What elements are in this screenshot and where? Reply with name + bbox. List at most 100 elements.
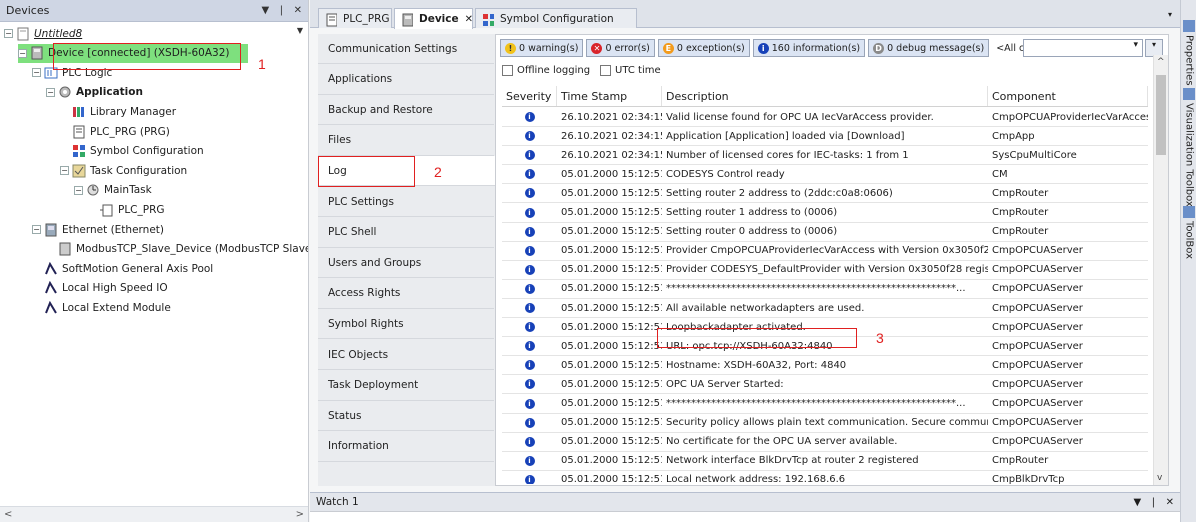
table-row[interactable]: i 05.01.2000 15:12:51... OPC UA Server Sta… — [502, 375, 1148, 395]
nav-item-files[interactable]: Files — [318, 125, 494, 156]
tab-device[interactable]: Device ✕ — [394, 8, 473, 29]
table-row[interactable]: i 05.01.2000 15:12:51... Provider CmpOPCUA… — [502, 242, 1148, 261]
timestamp-cell: 05.01.2000 15:12:51... — [561, 321, 662, 333]
checkbox-box[interactable] — [502, 65, 513, 76]
table-row[interactable]: i 05.01.2000 15:12:51... Security policy a… — [502, 414, 1148, 433]
component-dropdown[interactable]: ▾ — [1023, 39, 1143, 57]
application-icon — [58, 85, 72, 99]
checkbox-box[interactable] — [600, 65, 612, 76]
column-header[interactable]: Description — [662, 86, 988, 106]
collapse-icon[interactable]: − — [74, 185, 83, 195]
nav-item-users-and-groups[interactable]: Users and Groups — [318, 248, 494, 279]
tree-node[interactable]: − MainTask — [74, 181, 152, 200]
close-icon[interactable]: ✕ — [1166, 497, 1174, 508]
close-tab-icon[interactable]: ✕ — [465, 14, 473, 25]
tree-node[interactable]: Local High Speed IO — [32, 279, 168, 298]
column-header[interactable]: Component — [988, 86, 1148, 106]
table-row[interactable]: i 05.01.2000 15:12:51... Hostname: XSDH-60… — [502, 356, 1148, 376]
collapse-icon[interactable]: − — [4, 29, 13, 38]
table-row[interactable]: i 26.10.2021 02:34:15... Application [Appl… — [502, 127, 1148, 147]
tree-node[interactable]: − Ethernet (Ethernet) — [32, 220, 164, 239]
project-icon — [16, 27, 30, 41]
description-cell: Provider CmpOPCUAProviderIecVarAccess wi… — [666, 245, 988, 257]
watch-panel-body — [310, 511, 1180, 522]
collapse-icon[interactable]: − — [18, 48, 27, 58]
table-row[interactable]: i 05.01.2000 15:12:51... Setting router 1 … — [502, 204, 1148, 223]
collapse-icon[interactable]: − — [32, 68, 41, 78]
table-row[interactable]: i 05.01.2000 15:12:51... CODESYS Control r… — [502, 165, 1148, 185]
panel-menu-icon[interactable]: ▼ — [1134, 497, 1142, 508]
table-row[interactable]: i 05.01.2000 15:12:51... All available net… — [502, 299, 1148, 318]
tree-node[interactable]: PLC_PRG — [88, 200, 165, 219]
exceptions-filter-button[interactable]: E0 exception(s) — [657, 39, 750, 57]
nav-item-plc-settings[interactable]: PLC Settings — [318, 187, 494, 217]
scroll-left-icon[interactable]: < — [4, 509, 12, 520]
nav-item-communication-settings[interactable]: Communication Settings — [318, 34, 494, 64]
tree-node[interactable]: − Task Configuration — [60, 161, 187, 180]
column-header[interactable]: Severity — [502, 86, 557, 106]
table-row[interactable]: i 05.01.2000 15:12:51... Setting router 2 … — [502, 184, 1148, 204]
column-header[interactable]: Time Stamp — [557, 86, 662, 106]
device-tree[interactable]: − Untitled8− Device [connected] (XSDH-60A3… — [0, 24, 308, 492]
nav-item-applications[interactable]: Applications — [318, 64, 494, 95]
tree-node[interactable]: − Application — [46, 83, 143, 102]
table-row[interactable]: i 26.10.2021 02:34:15... Valid license fou… — [502, 108, 1148, 127]
collapse-icon[interactable]: − — [46, 87, 55, 97]
table-row[interactable]: i 05.01.2000 15:12:51... *****************… — [502, 280, 1148, 299]
tree-node[interactable]: ModbusTCP_Slave_Device (ModbusTCP Slave … — [46, 240, 308, 259]
horizontal-scrollbar[interactable]: < > — [0, 506, 308, 522]
offline-logging-checkbox[interactable]: Offline logging — [502, 65, 590, 76]
close-icon[interactable]: ✕ — [294, 5, 302, 16]
panel-menu-icon[interactable]: ▼ — [262, 5, 270, 16]
table-row[interactable]: i 05.01.2000 15:12:51... Network interface… — [502, 452, 1148, 471]
warnings-filter-button[interactable]: ! 0 warning(s) — [500, 39, 584, 57]
scroll-right-icon[interactable]: > — [296, 509, 304, 520]
table-row[interactable]: i 05.01.2000 15:12:51... Provider CODESYS_… — [502, 261, 1148, 280]
tree-node[interactable]: PLC_PRG (PRG) — [60, 122, 170, 141]
nav-item-iec-objects[interactable]: IEC Objects — [318, 340, 494, 370]
info-icon: i — [524, 131, 535, 142]
pin-icon[interactable]: ❘ — [277, 5, 285, 16]
nav-item-symbol-rights[interactable]: Symbol Rights — [318, 309, 494, 340]
log-vertical-scrollbar[interactable]: ^ v — [1153, 55, 1168, 485]
errors-filter-button[interactable]: ✕ 0 error(s) — [586, 39, 655, 57]
annotation-number-1: 1 — [258, 56, 266, 72]
panel-icon — [1183, 20, 1195, 32]
table-row[interactable]: i 05.01.2000 15:12:51... Setting router 0 … — [502, 223, 1148, 242]
information-filter-button[interactable]: i 160 information(s) — [752, 39, 866, 57]
tree-node[interactable]: Library Manager — [60, 102, 176, 121]
nav-item-status[interactable]: Status — [318, 401, 494, 432]
component-cell: CmpRouter — [992, 187, 1049, 199]
collapse-icon[interactable]: − — [32, 225, 41, 234]
tree-node[interactable]: − Untitled8 — [4, 24, 82, 43]
nav-item-information[interactable]: Information — [318, 431, 494, 462]
scroll-thumb[interactable] — [1156, 75, 1166, 155]
side-tab-properties[interactable]: Properties — [1182, 20, 1196, 86]
collapse-icon[interactable]: − — [60, 166, 69, 176]
scroll-up-icon[interactable]: ^ — [1157, 57, 1165, 67]
nav-item-task-deployment[interactable]: Task Deployment — [318, 370, 494, 401]
tab-list-dropdown-icon[interactable]: ▾ — [1168, 10, 1172, 19]
tab-symbol-configuration[interactable]: Symbol Configuration — [475, 8, 637, 28]
side-tab-visualization-toolbox[interactable]: Visualization Toolbox — [1182, 88, 1196, 207]
tree-node[interactable]: SoftMotion General Axis Pool — [32, 259, 213, 278]
table-row[interactable]: i 26.10.2021 02:34:15... Number of license… — [502, 146, 1148, 166]
timestamp-cell: 05.01.2000 15:12:51... — [561, 245, 662, 257]
utc-time-checkbox[interactable]: UTC time — [600, 65, 661, 76]
tab-plc-prg[interactable]: PLC_PRG — [318, 8, 392, 28]
nav-item-access-rights[interactable]: Access Rights — [318, 278, 494, 309]
tree-node[interactable]: Symbol Configuration — [60, 142, 204, 161]
nav-item-plc-shell[interactable]: PLC Shell — [318, 217, 494, 248]
table-row[interactable]: i 05.01.2000 15:12:51... No certificate fo… — [502, 433, 1148, 452]
table-row[interactable]: i 05.01.2000 15:12:51... Local network add… — [502, 471, 1148, 484]
severity-cell: i — [502, 223, 557, 241]
table-row[interactable]: i 05.01.2000 15:12:51... *****************… — [502, 395, 1148, 414]
debug-filter-button[interactable]: D0 debug message(s) — [868, 39, 990, 57]
tree-node[interactable]: Local Extend Module — [32, 298, 171, 317]
nav-item-backup-and-restore[interactable]: Backup and Restore — [318, 95, 494, 126]
pin-icon[interactable]: ❘ — [1149, 497, 1157, 508]
scroll-down-icon[interactable]: v — [1157, 473, 1162, 483]
side-tab-toolbox[interactable]: ToolBox — [1182, 206, 1196, 259]
tree-dropdown-icon[interactable]: ▼ — [294, 26, 306, 40]
description-cell: Setting router 2 address to (2ddc:c0a8:0… — [666, 187, 893, 199]
